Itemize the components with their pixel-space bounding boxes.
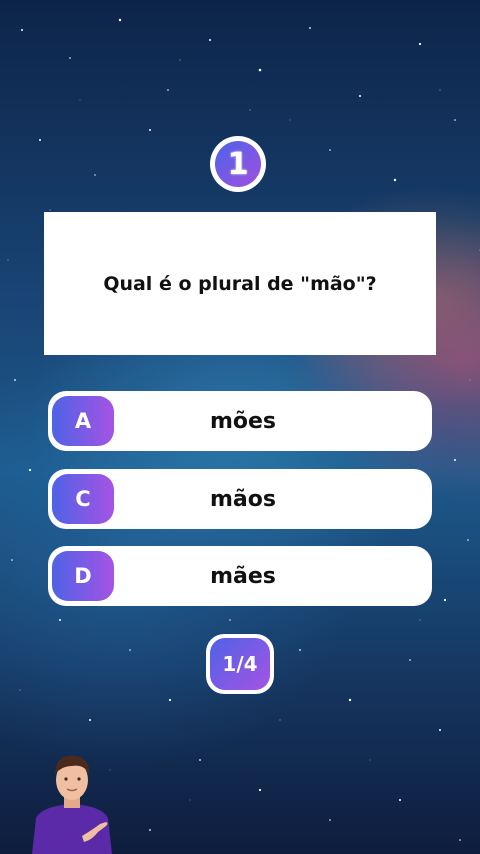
presenter-avatar — [32, 755, 112, 854]
option-answer: mões — [209, 408, 277, 434]
question-card: Qual é o plural de "mão"? — [44, 212, 436, 355]
question-text: Qual é o plural de "mão"? — [103, 272, 377, 295]
progress-badge: 1/4 — [206, 634, 274, 694]
option-answer: mãos — [210, 486, 276, 512]
option-a[interactable]: A mões — [48, 391, 432, 451]
option-letter: D — [52, 551, 114, 601]
progress-text: 1/4 — [210, 638, 270, 690]
option-letter: C — [52, 474, 114, 524]
option-letter: A — [52, 396, 114, 446]
question-number: 1 — [215, 141, 261, 187]
option-d[interactable]: D mães — [48, 546, 432, 606]
question-number-badge: 1 — [210, 136, 266, 192]
option-answer: mães — [210, 563, 276, 589]
option-c[interactable]: C mãos — [48, 469, 432, 529]
